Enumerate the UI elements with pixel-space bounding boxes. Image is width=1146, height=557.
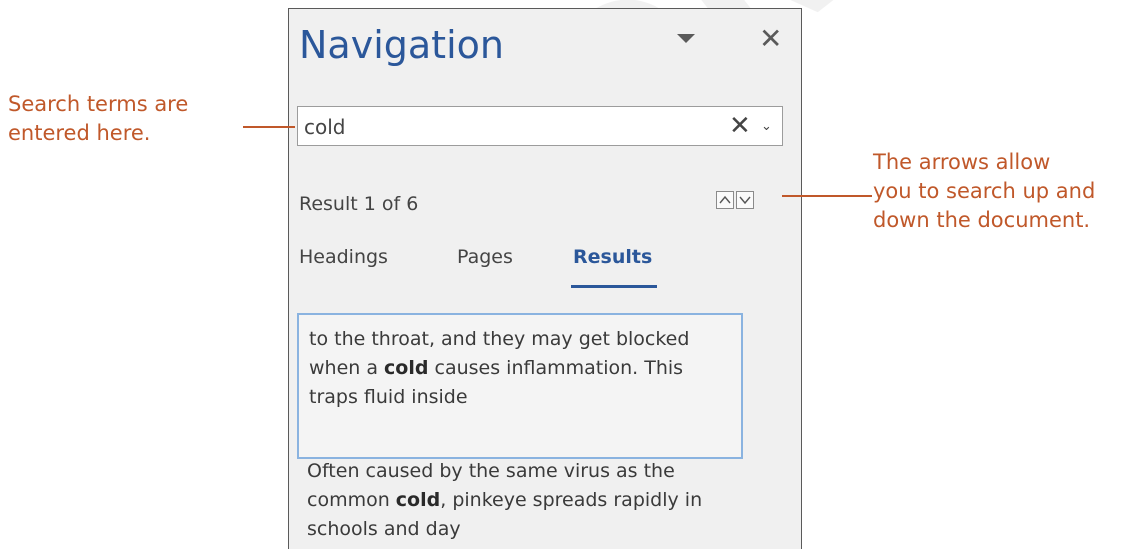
previous-result-button[interactable] xyxy=(716,191,734,209)
callout-line-2: entered here. xyxy=(8,121,151,145)
chevron-up-icon xyxy=(719,195,731,204)
callout-arrows-connector xyxy=(782,195,872,197)
callout-line-1: Search terms are xyxy=(8,92,189,116)
tab-results[interactable]: Results xyxy=(573,246,652,268)
search-options-chevron-icon[interactable]: ⌄ xyxy=(761,119,772,134)
result-count: Result 1 of 6 xyxy=(299,193,419,215)
close-icon[interactable]: ✕ xyxy=(759,25,782,53)
result-item-selected[interactable]: to the throat, and they may get blocked … xyxy=(297,313,743,459)
next-result-button[interactable] xyxy=(736,191,754,209)
tab-headings[interactable]: Headings xyxy=(299,246,388,268)
callout-search-connector xyxy=(243,126,295,128)
active-tab-indicator xyxy=(571,285,657,288)
callout-line-1: The arrows allow xyxy=(873,150,1051,174)
navigation-pane: Navigation ✕ cold ✕ ⌄ Result 1 of 6 Head… xyxy=(288,8,802,549)
search-value[interactable]: cold xyxy=(304,115,345,139)
result-match: cold xyxy=(384,357,429,379)
clear-search-icon[interactable]: ✕ xyxy=(729,111,751,142)
callout-line-3: down the document. xyxy=(873,208,1091,232)
chevron-down-icon xyxy=(739,196,751,205)
caret-down-icon[interactable] xyxy=(677,34,695,43)
result-match: cold xyxy=(395,489,441,511)
tab-pages[interactable]: Pages xyxy=(457,246,513,268)
pane-title: Navigation xyxy=(299,23,504,67)
callout-search-box: Search terms are entered here. xyxy=(8,90,188,148)
callout-line-2: you to search up and xyxy=(873,179,1096,203)
callout-arrows: The arrows allow you to search up and do… xyxy=(873,148,1095,235)
search-input[interactable]: cold ✕ ⌄ xyxy=(297,106,783,146)
result-item[interactable]: Often caused by the same virus as the co… xyxy=(297,447,743,557)
